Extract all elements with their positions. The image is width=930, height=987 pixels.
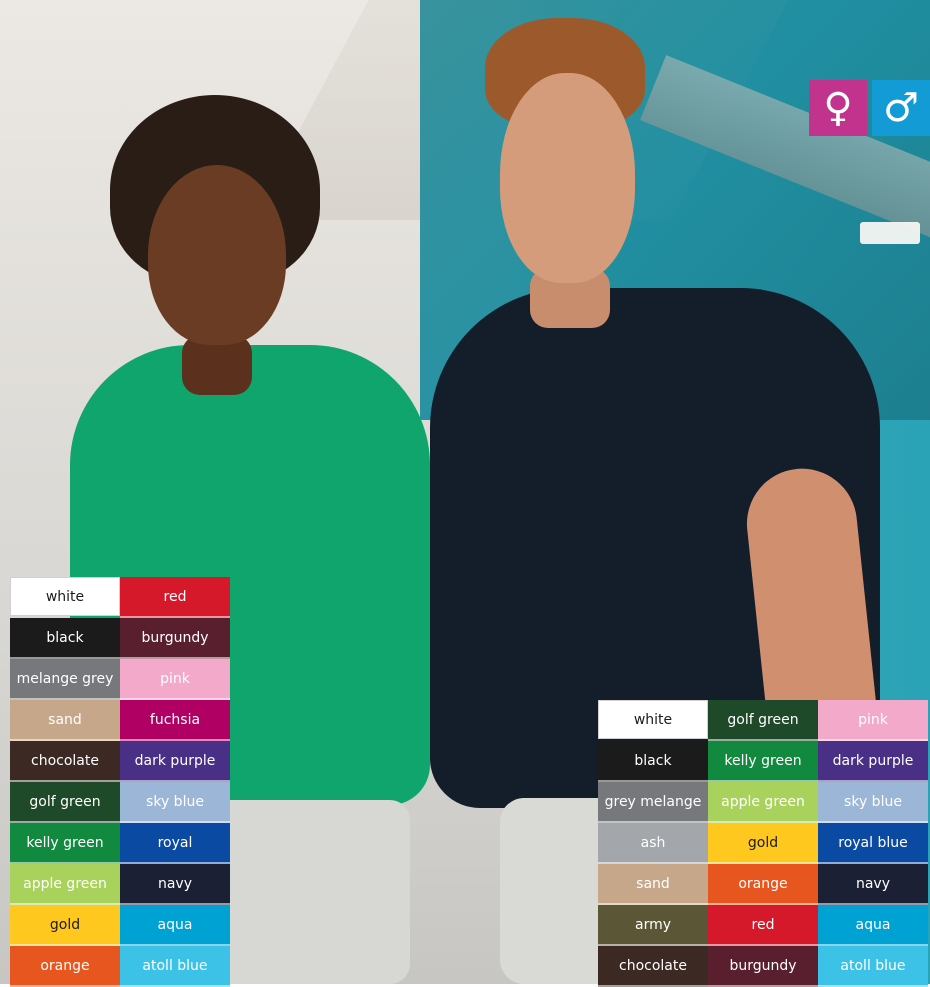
left-swatch-label: golf green (29, 793, 101, 810)
left-swatch-label: orange (40, 957, 90, 974)
right-swatch-label: white (633, 711, 673, 728)
left-swatch-royal[interactable]: royal (120, 823, 230, 864)
male-symbol: ♂ (883, 85, 919, 131)
right-swatch-navy[interactable]: navy (818, 864, 928, 905)
left-swatch-label: gold (49, 916, 81, 933)
right-swatch-white[interactable]: white (598, 700, 708, 739)
right-swatch-label: navy (855, 875, 891, 892)
left-swatch-burgundy[interactable]: burgundy (120, 618, 230, 659)
left-swatch-apple-green[interactable]: apple green (10, 864, 120, 905)
woman-face (148, 165, 286, 345)
left-swatch-label: dark purple (134, 752, 216, 769)
left-swatch-label: melange grey (16, 670, 114, 687)
right-swatch-sky-blue[interactable]: sky blue (818, 782, 928, 823)
right-swatch-label: aqua (855, 916, 891, 933)
right-swatch-label: orange (738, 875, 788, 892)
left-swatch-label: white (45, 588, 85, 605)
left-swatch-label: atoll blue (142, 957, 208, 974)
left-swatch-white[interactable]: white (10, 577, 120, 616)
left-swatch-label: sky blue (146, 793, 204, 810)
left-swatch-dark-purple[interactable]: dark purple (120, 741, 230, 782)
right-swatch-label: kelly green (724, 752, 802, 769)
right-swatch-ash[interactable]: ash (598, 823, 708, 864)
right-swatch-red[interactable]: red (708, 905, 818, 946)
left-swatch-atoll-blue[interactable]: atoll blue (120, 946, 230, 987)
female-gender-icon: ♀ (809, 80, 867, 136)
right-swatch-black[interactable]: black (598, 741, 708, 782)
right-swatch-pink[interactable]: pink (818, 700, 928, 741)
right-swatch-label: ash (640, 834, 666, 851)
right-swatch-burgundy[interactable]: burgundy (708, 946, 818, 987)
left-swatch-sand[interactable]: sand (10, 700, 120, 741)
right-swatch-label: burgundy (729, 957, 797, 974)
left-swatch-label: sand (48, 711, 82, 728)
right-swatch-apple-green[interactable]: apple green (708, 782, 818, 823)
left-swatch-label: navy (157, 875, 193, 892)
left-swatch-chocolate[interactable]: chocolate (10, 741, 120, 782)
right-swatch-gold[interactable]: gold (708, 823, 818, 864)
left-swatch-fuchsia[interactable]: fuchsia (120, 700, 230, 741)
right-swatch-label: gold (747, 834, 779, 851)
left-swatch-label: black (46, 629, 84, 646)
right-swatch-label: golf green (727, 711, 799, 728)
right-swatch-grey-melange[interactable]: grey melange (598, 782, 708, 823)
left-swatch-label: pink (160, 670, 190, 687)
right-swatch-army[interactable]: army (598, 905, 708, 946)
right-swatch-sand[interactable]: sand (598, 864, 708, 905)
left-swatch-pink[interactable]: pink (120, 659, 230, 700)
right-swatch-label: atoll blue (840, 957, 906, 974)
left-swatch-orange[interactable]: orange (10, 946, 120, 987)
left-swatch-melange-grey[interactable]: melange grey (10, 659, 120, 700)
right-swatch-label: royal blue (838, 834, 908, 851)
left-swatch-label: royal (157, 834, 193, 851)
right-swatch-chocolate[interactable]: chocolate (598, 946, 708, 987)
left-swatch-golf-green[interactable]: golf green (10, 782, 120, 823)
left-swatch-label: red (163, 588, 187, 605)
left-swatch-label: chocolate (31, 752, 99, 769)
left-swatch-label: aqua (157, 916, 193, 933)
right-swatch-label: black (634, 752, 672, 769)
right-swatch-aqua[interactable]: aqua (818, 905, 928, 946)
left-swatch-gold[interactable]: gold (10, 905, 120, 946)
left-swatch-label: apple green (23, 875, 107, 892)
right-swatch-label: dark purple (832, 752, 914, 769)
right-swatch-royal-blue[interactable]: royal blue (818, 823, 928, 864)
right-swatch-kelly-green[interactable]: kelly green (708, 741, 818, 782)
right-swatch-label: chocolate (619, 957, 687, 974)
right-swatch-label: grey melange (604, 793, 702, 810)
right-swatch-orange[interactable]: orange (708, 864, 818, 905)
left-swatch-aqua[interactable]: aqua (120, 905, 230, 946)
left-swatch-red[interactable]: red (120, 577, 230, 618)
left-swatch-sky-blue[interactable]: sky blue (120, 782, 230, 823)
left-swatch-label: fuchsia (149, 711, 201, 728)
left-swatch-kelly-green[interactable]: kelly green (10, 823, 120, 864)
male-gender-icon: ♂ (872, 80, 930, 136)
left-color-swatches: white red black burgundy melange grey pink san… (10, 577, 230, 987)
right-swatch-label: apple green (721, 793, 805, 810)
right-swatch-label: sky blue (844, 793, 902, 810)
right-swatch-label: pink (858, 711, 888, 728)
left-swatch-label: kelly green (26, 834, 104, 851)
man-face (500, 73, 635, 283)
right-swatch-label: red (751, 916, 775, 933)
right-swatch-dark-purple[interactable]: dark purple (818, 741, 928, 782)
right-swatch-label: army (634, 916, 671, 933)
right-swatch-golf-green[interactable]: golf green (708, 700, 818, 741)
female-symbol: ♀ (823, 85, 853, 131)
left-swatch-black[interactable]: black (10, 618, 120, 659)
right-color-swatches: white golf green pink black kelly green dark … (598, 700, 928, 987)
left-swatch-label: burgundy (141, 629, 209, 646)
left-swatch-navy[interactable]: navy (120, 864, 230, 905)
right-swatch-label: sand (636, 875, 670, 892)
right-swatch-atoll-blue[interactable]: atoll blue (818, 946, 928, 987)
gender-icons: ♀ ♂ (809, 80, 930, 136)
